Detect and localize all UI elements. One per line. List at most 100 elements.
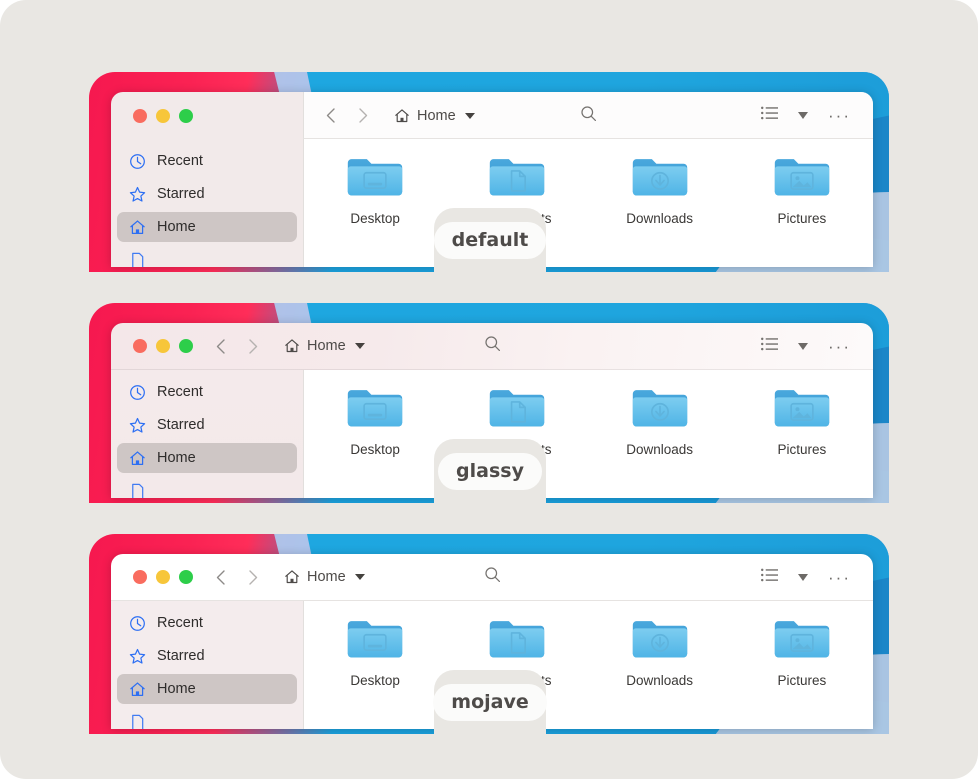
list-view-icon[interactable] <box>761 106 779 125</box>
theme-name-label: default <box>433 221 547 259</box>
view-chevron-down-icon[interactable] <box>798 573 809 581</box>
sidebar-item-starred[interactable]: Starred <box>117 410 297 440</box>
search-icon[interactable] <box>580 105 597 127</box>
close-button[interactable] <box>133 570 147 584</box>
navigation-buttons <box>207 564 266 590</box>
folder-icon-monitor <box>347 621 403 658</box>
file-label: Downloads <box>626 673 694 688</box>
file-item-downloads[interactable]: Downloads <box>589 619 731 729</box>
folder-icon-download <box>632 621 687 658</box>
list-view-icon[interactable] <box>761 337 779 356</box>
chevron-down-icon[interactable] <box>354 343 365 349</box>
ellipsis-icon[interactable]: ··· <box>828 107 851 124</box>
folder-icon-download <box>632 159 687 196</box>
file-label: Desktop <box>350 442 400 457</box>
chevron-down-icon[interactable] <box>354 574 365 580</box>
sidebar-item-partial[interactable] <box>117 707 297 729</box>
forward-button[interactable] <box>240 333 266 359</box>
star-icon <box>129 648 146 665</box>
maximize-button[interactable] <box>179 108 193 123</box>
file-item-pictures[interactable]: Pictures <box>731 619 873 729</box>
file-label: Desktop <box>350 211 400 226</box>
header-actions: ··· <box>761 337 873 356</box>
sidebar-item-label: Recent <box>157 384 203 400</box>
close-button[interactable] <box>133 339 147 353</box>
home-icon <box>129 219 146 236</box>
window-header: Home ··· <box>111 323 873 370</box>
file-label: Downloads <box>626 442 694 457</box>
sidebar-item-label: Home <box>157 219 196 235</box>
sidebar-item-label: Recent <box>157 153 203 169</box>
breadcrumb-label: Home <box>417 107 456 124</box>
breadcrumb[interactable]: Home <box>284 569 365 585</box>
folder-icon-download <box>632 390 687 427</box>
sidebar-item-label: Starred <box>157 186 205 202</box>
page-root: Home ··· Recent Starred Home Desktop Dow… <box>0 0 978 779</box>
chevron-down-icon[interactable] <box>464 112 475 119</box>
sidebar-item-starred[interactable]: Starred <box>117 179 297 209</box>
sidebar-item-starred[interactable]: Starred <box>117 641 297 671</box>
file-item-desktop[interactable]: Desktop <box>304 388 446 498</box>
sidebar-item-recent[interactable]: Recent <box>117 608 297 638</box>
view-chevron-down-icon[interactable] <box>798 112 809 119</box>
header-actions: ··· <box>761 568 873 587</box>
header-actions: ··· <box>761 106 873 125</box>
back-button[interactable] <box>317 103 343 129</box>
file-label: Desktop <box>350 673 400 688</box>
file-item-pictures[interactable]: Pictures <box>731 157 873 267</box>
sidebar-item-label: Recent <box>157 615 203 631</box>
ellipsis-icon[interactable]: ··· <box>828 338 851 355</box>
theme-name-label: glassy <box>438 452 542 490</box>
file-grid: Desktop Documents <box>303 139 873 267</box>
breadcrumb-label: Home <box>307 338 346 354</box>
sidebar-item-home[interactable]: Home <box>117 443 297 473</box>
document-icon <box>129 714 146 729</box>
forward-button[interactable] <box>240 564 266 590</box>
sidebar-item-recent[interactable]: Recent <box>117 377 297 407</box>
list-view-icon[interactable] <box>761 568 779 587</box>
sidebar-item-partial[interactable] <box>117 245 297 267</box>
forward-button[interactable] <box>350 103 376 129</box>
traffic-lights <box>111 570 193 584</box>
minimize-button[interactable] <box>156 108 170 123</box>
home-icon <box>129 681 146 698</box>
minimize-button[interactable] <box>156 339 170 353</box>
file-item-downloads[interactable]: Downloads <box>589 388 731 498</box>
traffic-lights <box>111 108 303 123</box>
theme-name-badge: mojave <box>433 670 547 734</box>
sidebar: Recent Starred Home <box>111 601 303 729</box>
view-chevron-down-icon[interactable] <box>798 342 809 350</box>
sidebar-item-label: Starred <box>157 648 205 664</box>
maximize-button[interactable] <box>179 339 193 353</box>
search-icon[interactable] <box>484 566 501 588</box>
theme-preview-mojave: Home ··· Recent Starred Home Desktop Dow… <box>89 534 889 734</box>
minimize-button[interactable] <box>156 570 170 584</box>
ellipsis-icon[interactable]: ··· <box>828 569 851 586</box>
breadcrumb[interactable]: Home <box>284 338 365 354</box>
file-item-desktop[interactable]: Desktop <box>304 619 446 729</box>
breadcrumb[interactable]: Home <box>394 108 475 124</box>
back-button[interactable] <box>207 564 233 590</box>
sidebar-item-partial[interactable] <box>117 476 297 498</box>
sidebar-item-recent[interactable]: Recent <box>117 146 297 176</box>
document-icon <box>129 252 146 267</box>
file-item-desktop[interactable]: Desktop <box>304 157 446 267</box>
sidebar-item-home[interactable]: Home <box>117 212 297 242</box>
file-label: Pictures <box>777 211 827 226</box>
file-item-downloads[interactable]: Downloads <box>589 157 731 267</box>
folder-icon-document <box>490 621 545 658</box>
folder-icon-image <box>774 159 830 196</box>
theme-preview-default: Home ··· Recent Starred Home Desktop Dow… <box>89 72 889 272</box>
back-button[interactable] <box>207 333 233 359</box>
window-header: Home ··· <box>111 92 873 139</box>
file-grid: Desktop Documents <box>303 370 873 498</box>
sidebar-item-home[interactable]: Home <box>117 674 297 704</box>
theme-name-label: mojave <box>433 683 547 721</box>
close-button[interactable] <box>133 108 147 123</box>
clock-icon <box>129 153 146 170</box>
home-icon <box>129 450 146 467</box>
file-item-pictures[interactable]: Pictures <box>731 388 873 498</box>
search-icon[interactable] <box>484 335 501 357</box>
breadcrumb-label: Home <box>307 569 346 585</box>
maximize-button[interactable] <box>179 570 193 584</box>
